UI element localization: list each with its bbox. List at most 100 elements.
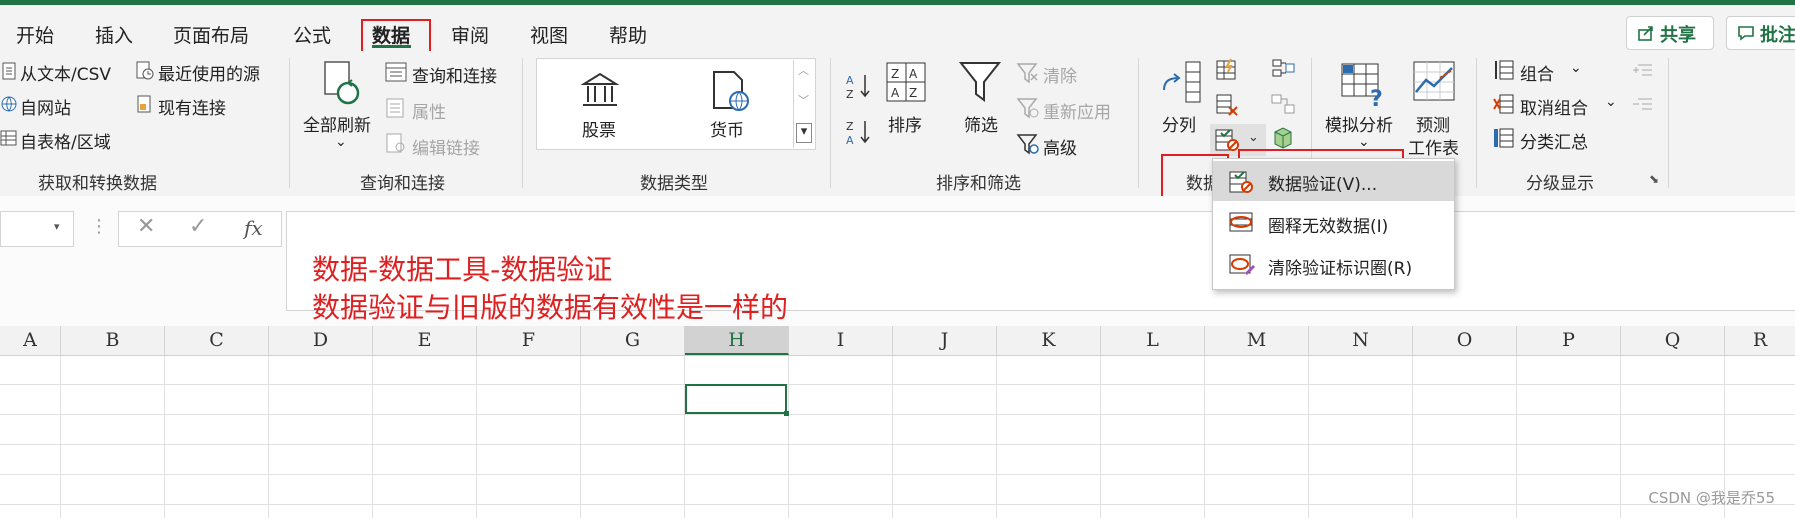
from-web-button[interactable]: 自网站 — [20, 94, 71, 119]
data-types-gallery — [536, 58, 816, 150]
show-detail-icon[interactable] — [1632, 62, 1654, 78]
ungroup-dropdown-icon[interactable]: ⌄ — [1605, 94, 1617, 110]
what-if-analysis-icon[interactable]: ? — [1340, 60, 1388, 108]
recent-sources-button[interactable]: 最近使用的源 — [158, 60, 260, 85]
column-header-j[interactable]: J — [893, 326, 997, 355]
subtotal-button[interactable]: 分类汇总 — [1520, 128, 1588, 153]
svg-text:A: A — [909, 67, 918, 81]
from-text-csv-button[interactable]: 从文本/CSV — [20, 60, 111, 85]
flash-fill-icon[interactable] — [1215, 58, 1239, 82]
filter-icon[interactable] — [958, 60, 1002, 104]
gridline — [0, 444, 1795, 445]
column-header-a[interactable]: A — [0, 326, 61, 355]
column-header-i[interactable]: I — [789, 326, 893, 355]
enter-icon[interactable]: ✓ — [189, 214, 207, 239]
cancel-icon[interactable]: ✕ — [137, 214, 155, 239]
tab-help[interactable]: 帮助 — [609, 21, 647, 48]
tab-review[interactable]: 审阅 — [451, 21, 489, 48]
column-header-m[interactable]: M — [1205, 326, 1309, 355]
column-header-h[interactable]: H — [685, 326, 789, 355]
formula-bar-grip-icon[interactable]: ⋮ — [90, 216, 108, 237]
watermark: CSDN @我是乔55 — [1648, 489, 1775, 507]
fill-handle[interactable] — [784, 411, 789, 416]
selected-cell[interactable] — [685, 384, 787, 414]
name-box-dropdown-icon[interactable]: ▾ — [54, 220, 60, 233]
svg-text:?: ? — [1370, 87, 1383, 108]
text-csv-icon — [2, 62, 16, 80]
group-button[interactable]: 组合 — [1520, 60, 1554, 85]
outline-dialog-launcher-icon[interactable]: ⬊ — [1649, 172, 1659, 186]
menu-item-circle-invalid-data[interactable]: 圈释无效数据(I) — [1213, 203, 1454, 243]
edit-links-button[interactable]: 编辑链接 — [412, 134, 480, 159]
relationships-icon[interactable] — [1271, 93, 1295, 115]
what-if-dropdown-icon[interactable]: ⌄ — [1358, 134, 1370, 150]
column-header-b[interactable]: B — [61, 326, 165, 355]
gridline — [580, 356, 581, 518]
group-dropdown-icon[interactable]: ⌄ — [1570, 60, 1582, 76]
hide-detail-icon[interactable] — [1632, 96, 1654, 112]
menu-item-data-validation[interactable]: 数据验证(V)... — [1213, 161, 1454, 201]
tab-formulas[interactable]: 公式 — [293, 21, 331, 48]
queries-connections-button[interactable]: 查询和连接 — [412, 62, 497, 87]
clear-button[interactable]: 清除 — [1043, 62, 1077, 87]
column-header-l[interactable]: L — [1101, 326, 1205, 355]
from-table-range-button[interactable]: 自表格/区域 — [20, 128, 111, 153]
name-box[interactable]: ▾ — [0, 211, 74, 247]
column-header-o[interactable]: O — [1413, 326, 1517, 355]
gallery-up-icon[interactable]: ︿ — [798, 62, 809, 78]
gridline — [1308, 356, 1309, 518]
column-header-f[interactable]: F — [477, 326, 581, 355]
text-to-columns-icon[interactable] — [1158, 60, 1204, 106]
refresh-all-icon[interactable] — [321, 60, 363, 108]
remove-duplicates-icon[interactable] — [1215, 93, 1239, 117]
data-model-icon[interactable] — [1271, 126, 1295, 150]
forecast-sheet-icon[interactable] — [1412, 60, 1456, 104]
column-header-q[interactable]: Q — [1621, 326, 1725, 355]
column-header-e[interactable]: E — [373, 326, 477, 355]
column-header-p[interactable]: P — [1517, 326, 1621, 355]
gallery-down-icon[interactable]: ﹀ — [798, 92, 809, 108]
tab-home[interactable]: 开始 — [16, 21, 54, 48]
gallery-scroll[interactable]: ︿ ﹀ ▾ — [793, 60, 813, 148]
properties-button[interactable]: 属性 — [412, 98, 446, 123]
menu-item-clear-validation-circles[interactable]: 清除验证标识圈(R) — [1213, 245, 1454, 285]
stocks-button[interactable]: 股票 — [582, 116, 616, 141]
column-header-k[interactable]: K — [997, 326, 1101, 355]
tab-view[interactable]: 视图 — [530, 21, 568, 48]
separator — [522, 58, 523, 188]
reapply-button[interactable]: 重新应用 — [1043, 98, 1111, 123]
comments-button[interactable]: 批注 — [1726, 16, 1795, 50]
insert-function-button[interactable]: fx — [244, 216, 263, 240]
column-header-n[interactable]: N — [1309, 326, 1413, 355]
gridline — [60, 356, 61, 518]
sort-az-icon[interactable]: AZ — [845, 72, 873, 100]
gallery-expand-icon[interactable]: ▾ — [796, 123, 812, 143]
filter-button[interactable]: 筛选 — [964, 111, 998, 136]
advanced-button[interactable]: 高级 — [1043, 134, 1077, 159]
sort-dialog-icon[interactable]: Z AA Z — [886, 62, 926, 102]
menu-item-label: 数据验证(V)... — [1268, 175, 1378, 195]
sort-button[interactable]: 排序 — [888, 111, 922, 136]
worksheet-grid[interactable] — [0, 356, 1795, 518]
tab-insert[interactable]: 插入 — [95, 21, 133, 48]
column-header-c[interactable]: C — [165, 326, 269, 355]
forecast-sheet-label-1[interactable]: 预测 — [1416, 111, 1450, 136]
consolidate-icon[interactable] — [1271, 58, 1295, 80]
column-header-g[interactable]: G — [581, 326, 685, 355]
what-if-analysis-button[interactable]: 模拟分析 — [1325, 111, 1393, 136]
ungroup-button[interactable]: 取消组合 — [1520, 94, 1588, 119]
data-validation-dropdown-icon[interactable]: ⌄ — [1248, 130, 1259, 145]
refresh-all-button[interactable]: 全部刷新 — [303, 111, 371, 136]
column-header-d[interactable]: D — [269, 326, 373, 355]
forecast-sheet-label-2[interactable]: 工作表 — [1408, 134, 1459, 159]
currency-button[interactable]: 货币 — [710, 116, 744, 141]
share-button[interactable]: 共享 — [1626, 16, 1714, 50]
sort-za-icon[interactable]: ZA — [845, 118, 873, 146]
tab-page-layout[interactable]: 页面布局 — [173, 21, 249, 48]
column-header-r[interactable]: R — [1725, 326, 1795, 355]
group-label-sort-filter: 排序和筛选 — [936, 174, 1021, 194]
refresh-all-dropdown-icon[interactable]: ⌄ — [335, 134, 347, 150]
text-to-columns-button[interactable]: 分列 — [1162, 111, 1196, 136]
existing-connections-button[interactable]: 现有连接 — [158, 94, 226, 119]
comment-icon — [1738, 26, 1754, 41]
